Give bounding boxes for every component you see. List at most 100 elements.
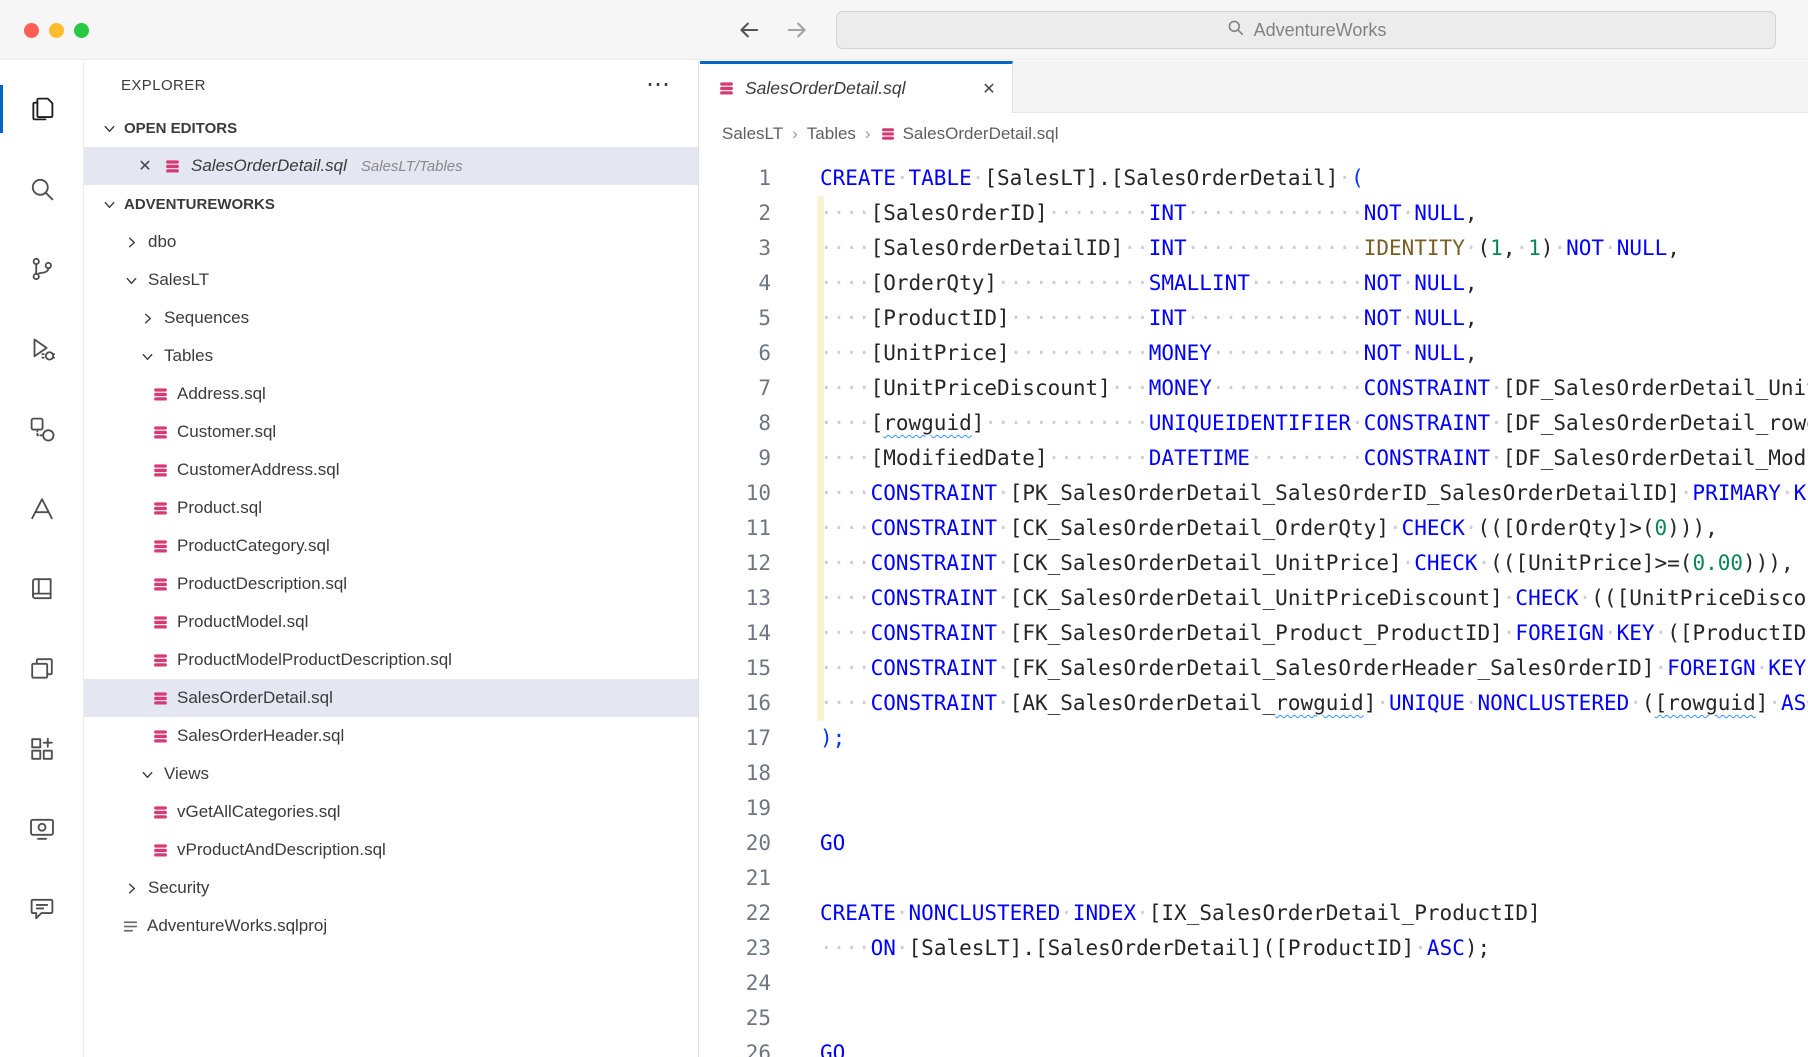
- project-section-header[interactable]: ADVENTUREWORKS: [84, 185, 698, 223]
- breadcrumb-item-file[interactable]: SalesOrderDetail.sql: [880, 124, 1059, 144]
- activity-item-run-and-debug[interactable]: [0, 309, 83, 389]
- breadcrumb: SalesLT › Tables › SalesOrderDetail.sql: [700, 113, 1808, 155]
- code-line[interactable]: 18: [700, 756, 1808, 791]
- code-editor[interactable]: 1CREATE·TABLE·[SalesLT].[SalesOrderDetai…: [700, 155, 1808, 1057]
- activity-item-notebooks[interactable]: [0, 549, 83, 629]
- database-file-icon: [164, 158, 181, 175]
- code-line[interactable]: 11····CONSTRAINT·[CK_SalesOrderDetail_Or…: [700, 511, 1808, 546]
- code-line[interactable]: 20GO: [700, 826, 1808, 861]
- activity-item-extensions[interactable]: [0, 709, 83, 789]
- tree-file-vproductanddescription-sql[interactable]: vProductAndDescription.sql: [84, 831, 698, 869]
- sidebar: EXPLORER ⋯ OPEN EDITORS ✕ SalesOrderDeta…: [84, 61, 699, 1057]
- chevron-separator-icon: ›: [865, 124, 871, 144]
- database-file-icon: [152, 614, 169, 631]
- code-line[interactable]: 15····CONSTRAINT·[FK_SalesOrderDetail_Sa…: [700, 651, 1808, 686]
- line-number: 12: [700, 546, 771, 581]
- zoom-window-button[interactable]: [74, 23, 89, 38]
- database-file-icon: [152, 842, 169, 859]
- activity-item-explorer[interactable]: [0, 69, 83, 149]
- tree-file-productdescription-sql[interactable]: ProductDescription.sql: [84, 565, 698, 603]
- line-number: 9: [700, 441, 771, 476]
- code-line[interactable]: 26GO: [700, 1036, 1808, 1057]
- code-line[interactable]: 10····CONSTRAINT·[PK_SalesOrderDetail_Sa…: [700, 476, 1808, 511]
- line-number: 3: [700, 231, 771, 266]
- tree-file-customeraddress-sql[interactable]: CustomerAddress.sql: [84, 451, 698, 489]
- breadcrumb-item-schema[interactable]: SalesLT: [722, 124, 783, 144]
- code-line[interactable]: 22CREATE·NONCLUSTERED·INDEX·[IX_SalesOrd…: [700, 896, 1808, 931]
- tree-folder-views[interactable]: Views: [84, 755, 698, 793]
- code-line[interactable]: 3····[SalesOrderDetailID]··INT··········…: [700, 231, 1808, 266]
- tree-folder-saleslt[interactable]: SalesLT: [84, 261, 698, 299]
- code-line[interactable]: 5····[ProductID]···········INT··········…: [700, 301, 1808, 336]
- tab-salesorderdetail-sql[interactable]: SalesOrderDetail.sql ✕: [700, 61, 1013, 113]
- tree-folder-tables[interactable]: Tables: [84, 337, 698, 375]
- close-window-button[interactable]: [24, 23, 39, 38]
- code-line[interactable]: 16····CONSTRAINT·[AK_SalesOrderDetail_ro…: [700, 686, 1808, 721]
- code-line[interactable]: 19: [700, 791, 1808, 826]
- tree-file-productmodelproductdescription-sql[interactable]: ProductModelProductDescription.sql: [84, 641, 698, 679]
- code-line[interactable]: 12····CONSTRAINT·[CK_SalesOrderDetail_Un…: [700, 546, 1808, 581]
- code-line[interactable]: 4····[OrderQty]············SMALLINT·····…: [700, 266, 1808, 301]
- tree-file-salesorderdetail-sql[interactable]: SalesOrderDetail.sql: [84, 679, 698, 717]
- back-arrow-icon[interactable]: [735, 16, 763, 44]
- tree-file-product-sql[interactable]: Product.sql: [84, 489, 698, 527]
- line-number: 16: [700, 686, 771, 721]
- close-tab-icon[interactable]: ✕: [980, 79, 998, 99]
- breadcrumb-item-folder[interactable]: Tables: [807, 124, 856, 144]
- tree-file-productmodel-sql[interactable]: ProductModel.sql: [84, 603, 698, 641]
- open-editor-item[interactable]: ✕ SalesOrderDetail.sql SalesLT/Tables: [84, 147, 698, 185]
- command-center-search[interactable]: AdventureWorks: [836, 11, 1776, 49]
- activity-bar: [0, 61, 84, 1057]
- code-line[interactable]: 17);: [700, 721, 1808, 756]
- code-line[interactable]: 23····ON·[SalesLT].[SalesOrderDetail]([P…: [700, 931, 1808, 966]
- activity-item-search[interactable]: [0, 149, 83, 229]
- code-line[interactable]: 6····[UnitPrice]···········MONEY········…: [700, 336, 1808, 371]
- minimize-window-button[interactable]: [49, 23, 64, 38]
- tree-file-productcategory-sql[interactable]: ProductCategory.sql: [84, 527, 698, 565]
- database-file-icon: [152, 462, 169, 479]
- line-number: 18: [700, 756, 771, 791]
- tree-item-label: vProductAndDescription.sql: [177, 840, 386, 860]
- close-editor-icon[interactable]: ✕: [136, 156, 154, 176]
- tree-file-salesorderheader-sql[interactable]: SalesOrderHeader.sql: [84, 717, 698, 755]
- tree-item-label: ProductModel.sql: [177, 612, 308, 632]
- more-actions-button[interactable]: ⋯: [646, 73, 670, 97]
- database-file-icon: [718, 80, 735, 97]
- code-line[interactable]: 1CREATE·TABLE·[SalesLT].[SalesOrderDetai…: [700, 161, 1808, 196]
- database-file-icon: [152, 728, 169, 745]
- activity-item-source-control[interactable]: [0, 229, 83, 309]
- forward-arrow-icon[interactable]: [783, 16, 811, 44]
- activity-item-comments[interactable]: [0, 869, 83, 949]
- extensions-icon: [27, 734, 57, 764]
- tree-folder-dbo[interactable]: dbo: [84, 223, 698, 261]
- tree-item-label: Customer.sql: [177, 422, 276, 442]
- tree-file-address-sql[interactable]: Address.sql: [84, 375, 698, 413]
- code-line[interactable]: 7····[UnitPriceDiscount]···MONEY········…: [700, 371, 1808, 406]
- run-and-debug-icon: [27, 334, 57, 364]
- code-line[interactable]: 13····CONSTRAINT·[CK_SalesOrderDetail_Un…: [700, 581, 1808, 616]
- search-label: AdventureWorks: [1254, 20, 1387, 41]
- code-line[interactable]: 21: [700, 861, 1808, 896]
- code-line[interactable]: 2····[SalesOrderID]········INT··········…: [700, 196, 1808, 231]
- code-line[interactable]: 14····CONSTRAINT·[FK_SalesOrderDetail_Pr…: [700, 616, 1808, 651]
- activity-item-azure[interactable]: [0, 469, 83, 549]
- open-editor-file-description: SalesLT/Tables: [361, 158, 463, 175]
- tree-file-adventureworks-sqlproj[interactable]: AdventureWorks.sqlproj: [84, 907, 698, 945]
- tree-file-customer-sql[interactable]: Customer.sql: [84, 413, 698, 451]
- tree-item-label: Views: [164, 764, 209, 784]
- tree-item-label: Address.sql: [177, 384, 266, 404]
- code-line[interactable]: 24: [700, 966, 1808, 1001]
- code-line[interactable]: 8····[rowguid]·············UNIQUEIDENTIF…: [700, 406, 1808, 441]
- code-line[interactable]: 9····[ModifiedDate]········DATETIME·····…: [700, 441, 1808, 476]
- tree-file-vgetallcategories-sql[interactable]: vGetAllCategories.sql: [84, 793, 698, 831]
- chevron-separator-icon: ›: [792, 124, 798, 144]
- tree-folder-sequences[interactable]: Sequences: [84, 299, 698, 337]
- app-window: AdventureWorks EXPLORER ⋯ OPEN EDITORS ✕…: [0, 0, 1808, 1057]
- activity-item-sql-projects[interactable]: [0, 629, 83, 709]
- open-editors-label: OPEN EDITORS: [124, 120, 237, 137]
- activity-item-schema-compare[interactable]: [0, 389, 83, 469]
- open-editors-header[interactable]: OPEN EDITORS: [84, 109, 698, 147]
- code-line[interactable]: 25: [700, 1001, 1808, 1036]
- activity-item-remote-explorer[interactable]: [0, 789, 83, 869]
- tree-folder-security[interactable]: Security: [84, 869, 698, 907]
